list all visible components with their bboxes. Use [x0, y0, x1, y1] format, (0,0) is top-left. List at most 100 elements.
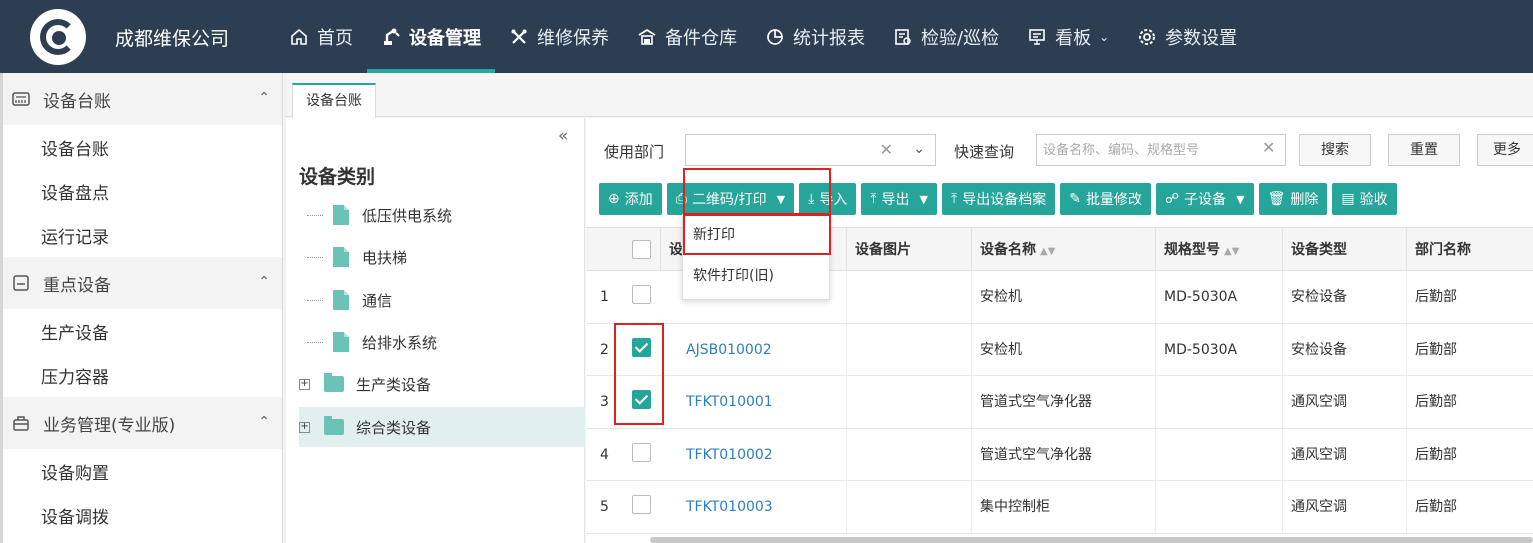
nav-inspection-label: 检验/巡检 [921, 27, 1000, 49]
collapse-panel-icon[interactable]: « [558, 126, 568, 146]
sidebar-item-production-devices[interactable]: 生产设备 [3, 309, 282, 353]
clear-icon[interactable]: ✕ [880, 140, 893, 159]
tree-node-label: 电扶梯 [362, 248, 408, 267]
col-header-dept: 部门名称 [1406, 228, 1533, 272]
file-icon [333, 247, 349, 267]
sidebar-item-run-records[interactable]: 运行记录 [3, 213, 282, 257]
nav-board[interactable]: 看板 ⌄ [1013, 0, 1123, 73]
nav-home[interactable]: 首页 [275, 0, 367, 73]
main-nav: 首页 设备管理 维修保养 备件仓库 统计报表 检验/巡检 看板 ⌄ 参数设置 [275, 0, 1251, 73]
tree-node[interactable]: + 生产类设备 [299, 364, 585, 404]
import-button[interactable]: ⤓ 导入 [799, 183, 857, 215]
caret-down-icon: ▼ [919, 192, 928, 206]
dept-name-cell: 后勤部 [1406, 323, 1533, 376]
sidebar-item-device-purchase[interactable]: 设备购置 [3, 449, 282, 493]
gear-icon [1137, 27, 1157, 47]
edit-icon: ✎ [1069, 191, 1081, 207]
clear-icon[interactable]: ✕ [1262, 138, 1275, 157]
row-checkbox[interactable] [632, 495, 651, 514]
tab-device-ledger[interactable]: 设备台账 [292, 83, 376, 118]
add-button[interactable]: ⊕ 添加 [599, 183, 662, 215]
table-row[interactable]: 3 TFKT010001 管道式空气净化器 通风空调 后勤部 [586, 376, 1533, 429]
top-navbar: 成都维保公司 首页 设备管理 维修保养 备件仓库 统计报表 检验/巡检 看板 ⌄… [0, 0, 1533, 73]
quick-search-input[interactable] [1036, 134, 1286, 166]
device-model-cell [1155, 428, 1282, 481]
menu-item-new-print[interactable]: 新打印 [683, 215, 829, 256]
company-logo[interactable] [30, 9, 86, 65]
nav-spare-parts-label: 备件仓库 [665, 27, 737, 49]
sidebar-group-label: 设备台账 [43, 91, 111, 112]
tree-node[interactable]: 电扶梯 [299, 237, 585, 277]
dept-label: 使用部门 [604, 143, 665, 161]
dept-select[interactable]: ✕ ⌄ [685, 134, 936, 166]
row-number: 3 [600, 394, 609, 410]
table-row[interactable]: 2 AJSB010002 安检机 MD-5030A 安检设备 后勤部 [586, 323, 1533, 376]
row-checkbox[interactable] [632, 285, 651, 304]
inspection-icon [893, 27, 913, 47]
qr-print-button[interactable]: ⎙ 二维码/打印 ▼ [666, 183, 795, 215]
menu-item-legacy-print[interactable]: 软件打印(旧) [683, 256, 829, 297]
tab-bar: 设备台账 [286, 73, 1533, 118]
sort-icon[interactable]: ▲▼ [1040, 246, 1055, 257]
nav-reports[interactable]: 统计报表 [751, 0, 879, 73]
col-header-name[interactable]: 设备名称 ▲▼ [971, 228, 1155, 272]
nav-reports-label: 统计报表 [793, 27, 865, 49]
caret-down-icon: ▼ [776, 192, 786, 206]
row-checkbox[interactable] [632, 442, 651, 462]
dept-name-cell: 后勤部 [1406, 271, 1533, 323]
table-row[interactable]: 5 TFKT010003 集中控制柜 通风空调 后勤部 [586, 481, 1533, 534]
more-button[interactable]: 更多 [1477, 134, 1533, 166]
row-checkbox[interactable] [632, 337, 651, 357]
device-model-cell [1155, 481, 1282, 533]
sidebar-item-device-ledger[interactable]: 设备台账 [3, 125, 282, 169]
dept-name-cell: 后勤部 [1406, 481, 1533, 533]
batch-edit-button[interactable]: ✎ 批量修改 [1060, 183, 1151, 215]
tree-node[interactable]: 低压供电系统 [299, 195, 585, 235]
sort-icon[interactable]: ▲▼ [1224, 246, 1239, 257]
expand-icon[interactable]: + [299, 378, 310, 390]
device-code-link[interactable]: AJSB010002 [678, 324, 846, 376]
sidebar-item-pressure-vessels[interactable]: 压力容器 [3, 353, 282, 397]
tree-node-selected[interactable]: + 综合类设备 [299, 407, 585, 447]
tree-node[interactable]: 通信 [299, 280, 585, 320]
company-name: 成都维保公司 [115, 28, 230, 50]
chevron-down-icon[interactable]: ⌄ [913, 141, 925, 157]
row-checkbox[interactable] [632, 390, 651, 409]
search-button[interactable]: 搜索 [1299, 134, 1371, 166]
nav-spare-parts[interactable]: 备件仓库 [623, 0, 751, 73]
export-archive-button[interactable]: ⤒ 导出设备档案 [942, 183, 1056, 215]
dept-name-cell: 后勤部 [1406, 376, 1533, 428]
col-header-model[interactable]: 规格型号 ▲▼ [1155, 228, 1282, 272]
sidebar-group-key-devices[interactable]: 重点设备 ⌃ [3, 257, 282, 309]
horizontal-scrollbar[interactable] [650, 537, 1533, 543]
export-button[interactable]: ⤒ 导出 ▼ [861, 183, 937, 215]
device-code-link[interactable]: TFKT010003 [678, 481, 846, 533]
reset-button[interactable]: 重置 [1388, 134, 1460, 166]
nav-inspection[interactable]: 检验/巡检 [879, 0, 1013, 73]
nav-maintenance[interactable]: 维修保养 [495, 0, 623, 73]
device-code-link[interactable]: TFKT010002 [678, 429, 846, 481]
expand-icon[interactable]: + [299, 421, 310, 433]
device-code-link[interactable]: TFKT010001 [678, 376, 846, 428]
device-name-cell: 管道式空气净化器 [971, 428, 1155, 481]
sidebar-group-business[interactable]: 业务管理(专业版) ⌃ [3, 397, 282, 449]
tree-node[interactable]: 给排水系统 [299, 322, 585, 362]
device-type-cell: 安检设备 [1282, 323, 1406, 376]
delete-button[interactable]: 🗑 删除 [1258, 183, 1328, 215]
sidebar-item-device-inventory[interactable]: 设备盘点 [3, 169, 282, 213]
robot-arm-icon [381, 27, 401, 47]
sub-device-button[interactable]: ☍ 子设备 ▼ [1155, 183, 1254, 215]
sidebar-group-ledger[interactable]: 设备台账 ⌃ [3, 73, 282, 125]
file-icon [333, 290, 349, 310]
table-row[interactable]: 4 TFKT010002 管道式空气净化器 通风空调 后勤部 [586, 428, 1533, 481]
plus-circle-icon: ⊕ [608, 191, 620, 207]
tree-node-label: 综合类设备 [356, 418, 432, 437]
tree-title: 设备类别 [299, 166, 376, 188]
accept-button[interactable]: ▤ 验收 [1332, 183, 1397, 215]
nav-device-management-label: 设备管理 [409, 27, 481, 49]
sidebar-item-device-transfer[interactable]: 设备调拨 [3, 493, 282, 537]
document-icon: ▤ [1341, 191, 1355, 207]
nav-device-management[interactable]: 设备管理 [367, 0, 495, 73]
nav-settings[interactable]: 参数设置 [1123, 0, 1251, 73]
select-all-checkbox[interactable] [632, 240, 651, 259]
